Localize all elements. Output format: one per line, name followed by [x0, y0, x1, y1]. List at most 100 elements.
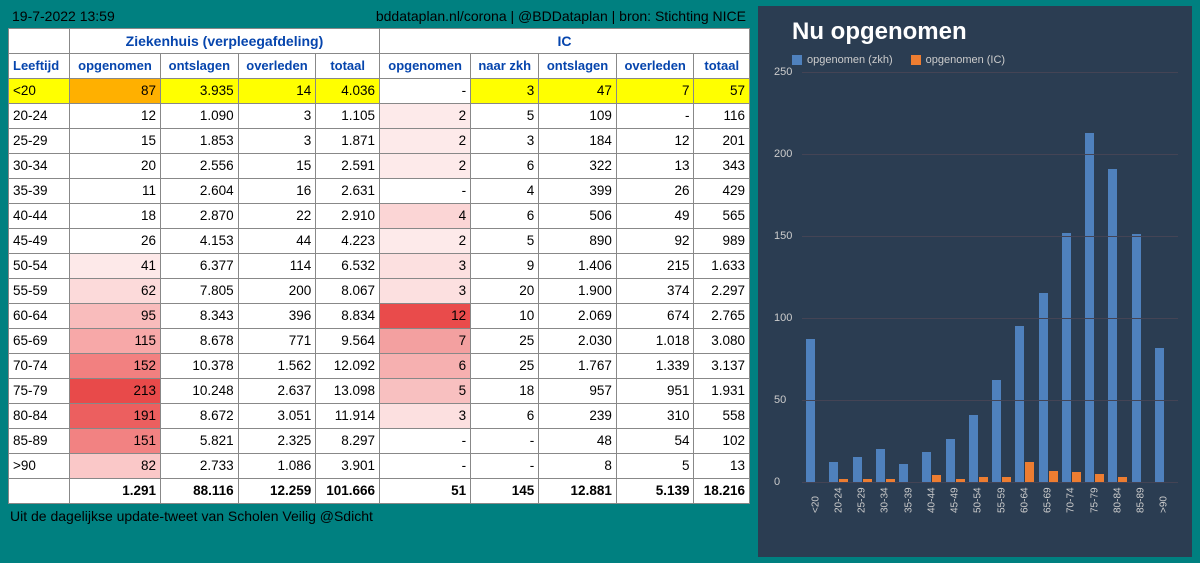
age-cell: 55-59 — [9, 279, 70, 304]
age-cell: 75-79 — [9, 379, 70, 404]
col-6: naar zkh — [471, 54, 539, 79]
age-cell: 80-84 — [9, 404, 70, 429]
source-line: bddataplan.nl/corona | @BDDataplan | bro… — [376, 8, 746, 24]
data-table: Ziekenhuis (verpleegafdeling) IC Leeftij… — [8, 28, 750, 504]
bar-group: 85-89 — [1130, 72, 1153, 482]
col-3: overleden — [238, 54, 316, 79]
chart-panel: Nu opgenomen opgenomen (zkh) opgenomen (I… — [758, 6, 1192, 557]
table-row: 65-691158.6787719.5647252.0301.0183.080 — [9, 329, 750, 354]
x-label: <20 — [810, 496, 821, 513]
table-row: <20873.935144.036-347757 — [9, 79, 750, 104]
chart-title: Nu opgenomen — [792, 18, 1178, 46]
age-cell: >90 — [9, 454, 70, 479]
y-tick: 100 — [774, 312, 792, 324]
x-label: 80-84 — [1112, 487, 1123, 513]
bar — [922, 452, 931, 482]
col-8: overleden — [616, 54, 694, 79]
age-cell: <20 — [9, 79, 70, 104]
x-label: 65-69 — [1043, 487, 1054, 513]
table-row: 30-34202.556152.5912632213343 — [9, 154, 750, 179]
group-zkh: Ziekenhuis (verpleegafdeling) — [69, 29, 379, 54]
table-row: 80-841918.6723.05111.91436239310558 — [9, 404, 750, 429]
age-cell: 70-74 — [9, 354, 70, 379]
bar-group: 35-39 — [897, 72, 920, 482]
age-cell: 60-64 — [9, 304, 70, 329]
bar — [853, 457, 862, 482]
x-label: 75-79 — [1089, 487, 1100, 513]
bar — [876, 449, 885, 482]
x-label: 85-89 — [1136, 487, 1147, 513]
col-2: ontslagen — [161, 54, 239, 79]
bar-group: 70-74 — [1060, 72, 1083, 482]
x-label: 55-59 — [996, 487, 1007, 513]
x-label: 40-44 — [926, 487, 937, 513]
x-label: 50-54 — [973, 487, 984, 513]
chart-legend: opgenomen (zkh) opgenomen (IC) — [792, 54, 1178, 66]
bar — [1039, 293, 1048, 482]
age-cell: 50-54 — [9, 254, 70, 279]
legend-item: opgenomen (zkh) — [792, 54, 893, 66]
bar-group: 45-49 — [944, 72, 967, 482]
bar-group: 40-44 — [920, 72, 943, 482]
table-row: 55-59627.8052008.0673201.9003742.297 — [9, 279, 750, 304]
bar — [1108, 169, 1117, 482]
bar — [1085, 133, 1094, 482]
bar — [806, 339, 815, 482]
bar-group: 20-24 — [827, 72, 850, 482]
bar-group: 55-59 — [990, 72, 1013, 482]
bar-group: <20 — [804, 72, 827, 482]
bar — [1062, 233, 1071, 482]
bar-group: 65-69 — [1037, 72, 1060, 482]
table-row: 40-44182.870222.9104650649565 — [9, 204, 750, 229]
bar — [1025, 462, 1034, 482]
col-5: opgenomen — [380, 54, 471, 79]
group-ic: IC — [380, 29, 750, 54]
bar — [1132, 234, 1141, 482]
bar-group: 50-54 — [967, 72, 990, 482]
bar-group: 25-29 — [851, 72, 874, 482]
table-row: >90822.7331.0863.901--8513 — [9, 454, 750, 479]
y-tick: 50 — [774, 394, 786, 406]
bar — [969, 415, 978, 482]
y-tick: 0 — [774, 476, 780, 488]
y-tick: 150 — [774, 230, 792, 242]
age-cell: 40-44 — [9, 204, 70, 229]
age-cell: 20-24 — [9, 104, 70, 129]
age-cell: 30-34 — [9, 154, 70, 179]
y-tick: 200 — [774, 148, 792, 160]
bar-group: 60-64 — [1013, 72, 1036, 482]
bar — [1155, 348, 1164, 482]
table-row: 35-39112.604162.631-439926429 — [9, 179, 750, 204]
x-label: 35-39 — [903, 487, 914, 513]
x-label: 30-34 — [880, 487, 891, 513]
y-tick: 250 — [774, 66, 792, 78]
col-1: opgenomen — [69, 54, 160, 79]
age-cell: 85-89 — [9, 429, 70, 454]
legend-item: opgenomen (IC) — [911, 54, 1006, 66]
bar — [1049, 471, 1058, 482]
age-cell: 65-69 — [9, 329, 70, 354]
bar — [899, 464, 908, 482]
table-row: 85-891515.8212.3258.297--4854102 — [9, 429, 750, 454]
x-label: 60-64 — [1019, 487, 1030, 513]
x-label: 25-29 — [857, 487, 868, 513]
bar-group: 30-34 — [874, 72, 897, 482]
bar-group: 75-79 — [1083, 72, 1106, 482]
col-9: totaal — [694, 54, 750, 79]
col-7: ontslagen — [539, 54, 617, 79]
legend-swatch — [911, 55, 921, 65]
table-row: 45-49264.153444.2232589092989 — [9, 229, 750, 254]
bar — [829, 462, 838, 482]
age-cell: 25-29 — [9, 129, 70, 154]
bar — [1072, 472, 1081, 482]
footer-note: Uit de dagelijkse update-tweet van Schol… — [8, 504, 750, 528]
timestamp: 19-7-2022 13:59 — [12, 8, 115, 24]
bar — [992, 380, 1001, 482]
bar — [1015, 326, 1024, 482]
age-cell: 45-49 — [9, 229, 70, 254]
x-label: 20-24 — [833, 487, 844, 513]
x-label: 70-74 — [1066, 487, 1077, 513]
bar-group: >90 — [1153, 72, 1176, 482]
bar — [1095, 474, 1104, 482]
col-4: totaal — [316, 54, 380, 79]
